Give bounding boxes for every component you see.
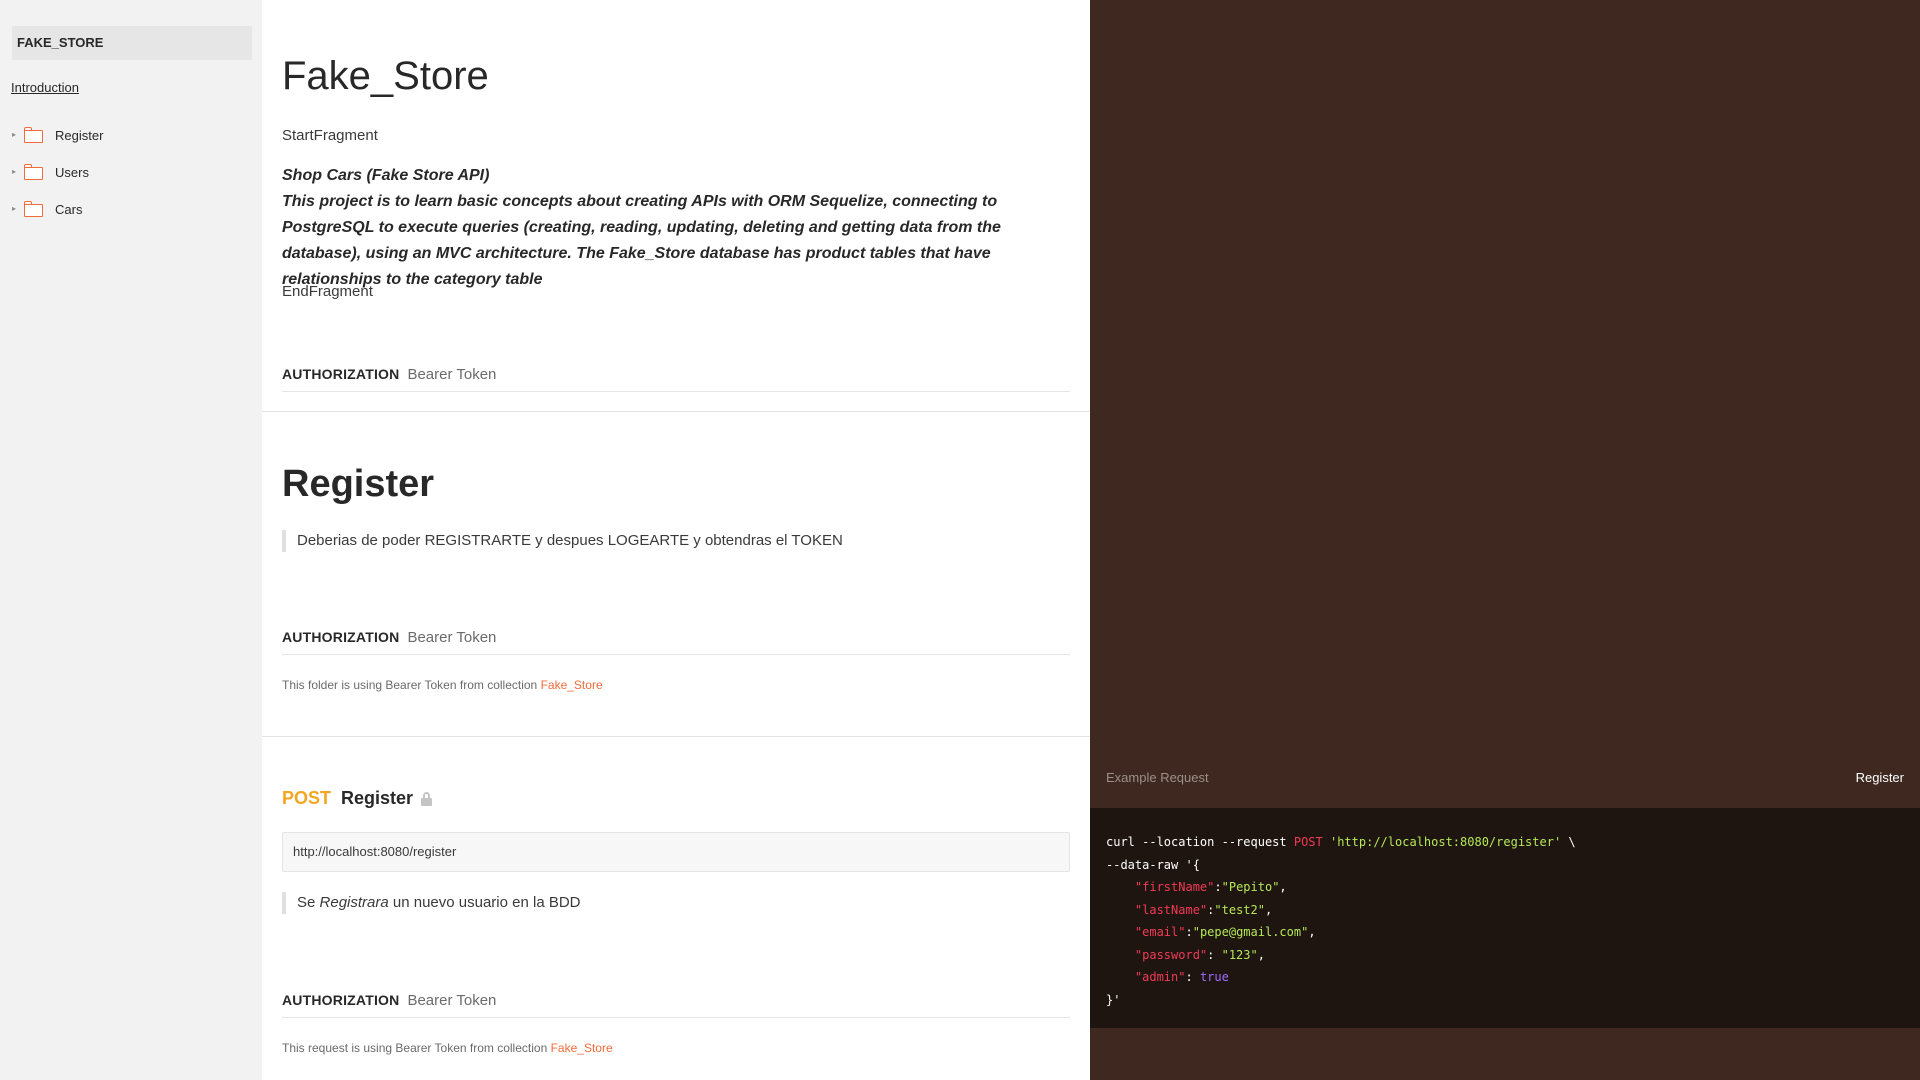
description-text: Se [297,894,320,911]
divider [282,1017,1070,1018]
request-header: POST Register [282,788,433,809]
folder-auth-note: This folder is using Bearer Token from c… [282,678,603,692]
code-key: "firstName" [1134,880,1215,894]
description-text: un nuevo usuario en la BDD [388,894,581,911]
caret-right-icon[interactable]: ▸ [12,168,18,176]
request-auth-note: This request is using Bearer Token from … [282,1041,613,1055]
method-badge: POST [282,788,332,808]
caret-right-icon[interactable]: ▸ [12,205,18,213]
folder-description: Deberias de poder REGISTRARTE y despues … [282,530,843,552]
section-separator [262,411,1090,412]
sidebar-item-cars[interactable]: ▸ Cars [12,198,82,220]
request-url[interactable]: http://localhost:8080/register [282,832,1070,872]
collection-authorization: AUTHORIZATION Bearer Token [282,366,496,383]
sidebar-item-register[interactable]: ▸ Register [12,124,103,146]
collection-title[interactable]: FAKE_STORE [12,26,252,60]
request-authorization: AUTHORIZATION Bearer Token [282,992,496,1009]
example-panel: Example Request Register curl --location… [1090,0,1920,1080]
folder-title: Register [282,463,435,505]
code-sep: : [1185,970,1200,984]
code-end: , [1279,880,1287,894]
code-data-raw: --data-raw '{ [1106,857,1200,872]
documentation-main: Fake_Store StartFragment Shop Cars (Fake… [262,0,1090,1080]
description-title: Shop Cars (Fake Store API) [282,167,490,184]
code-key: "admin" [1134,970,1186,984]
code-closing: }' [1106,992,1121,1007]
divider [282,391,1070,392]
section-separator [262,736,1090,737]
code-end: , [1308,925,1316,939]
code-continuation: \ [1561,835,1576,849]
end-fragment-text: EndFragment [282,283,373,300]
sidebar-item-label: Cars [55,201,83,217]
collection-description: Shop Cars (Fake Store API) This project … [282,163,1072,293]
sidebar-item-users[interactable]: ▸ Users [12,161,89,183]
code-sep: : [1185,925,1193,939]
code-key: "lastName" [1134,902,1208,917]
code-key: "password" [1134,947,1208,962]
code-value: true [1199,970,1229,984]
example-request-label: Example Request [1106,770,1209,785]
sidebar-item-label: Register [55,127,104,143]
lock-icon [421,791,433,806]
introduction-link[interactable]: Introduction [11,80,79,95]
divider [282,654,1070,655]
authorization-value: Bearer Token [407,992,497,1009]
authorization-value: Bearer Token [407,629,497,646]
start-fragment-text: StartFragment [282,127,378,144]
request-description: Se Registrara un nuevo usuario en la BDD [282,892,581,914]
authorization-label: AUTHORIZATION [282,366,400,382]
code-end: , [1264,902,1273,917]
description-body: This project is to learn basic concepts … [282,193,1001,288]
page-title: Fake_Store [282,54,489,98]
code-block[interactable]: curl --location --request POST 'http://l… [1090,808,1920,1028]
collection-link[interactable]: Fake_Store [551,1041,613,1055]
code-end: , [1257,947,1265,962]
caret-right-icon[interactable]: ▸ [12,131,18,139]
code-value: "test2" [1214,902,1265,917]
request-title: Register [341,788,414,808]
code-sep: : [1214,880,1222,894]
description-emphasis: Registrara [319,894,389,911]
code-key: "email" [1134,925,1186,939]
code-value: "Pepito" [1221,880,1280,894]
authorization-value: Bearer Token [407,366,497,383]
code-sep: : [1207,947,1222,962]
folder-icon [24,201,43,217]
note-text: This request is using Bearer Token from … [282,1041,548,1055]
folder-icon [24,127,43,143]
code-curl: curl --location --request [1106,835,1294,849]
example-selector[interactable]: Register [1856,770,1904,785]
folder-authorization: AUTHORIZATION Bearer Token [282,629,496,646]
authorization-label: AUTHORIZATION [282,992,400,1008]
code-url: 'http://localhost:8080/register' [1329,835,1562,849]
example-header: Example Request Register [1090,760,1920,808]
sidebar: FAKE_STORE Introduction ▸ Register ▸ Use… [0,0,262,1080]
folder-icon [24,164,43,180]
code-value: "pepe@gmail.com" [1192,925,1309,939]
collection-link[interactable]: Fake_Store [541,678,603,692]
authorization-label: AUTHORIZATION [282,629,400,645]
code-value: "123" [1221,947,1258,962]
note-text: This folder is using Bearer Token from c… [282,678,538,692]
sidebar-item-label: Users [55,164,89,180]
code-method: POST [1293,835,1323,849]
